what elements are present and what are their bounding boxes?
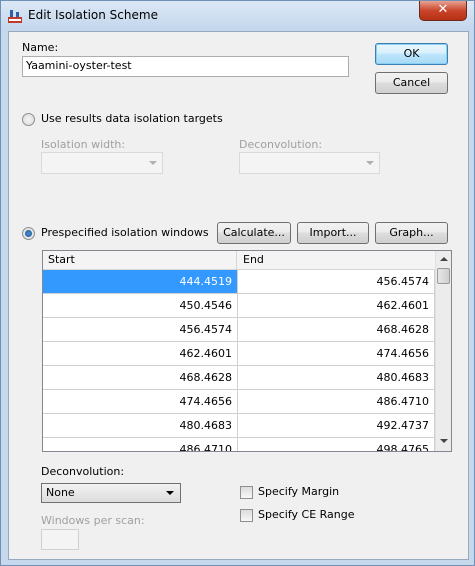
- end-cell[interactable]: 456.4574: [238, 270, 435, 294]
- table-row[interactable]: 450.4546 462.4601: [43, 294, 435, 318]
- start-cell[interactable]: 486.4710: [43, 438, 238, 451]
- table-row[interactable]: 456.4574 468.4628: [43, 318, 435, 342]
- scroll-thumb[interactable]: [437, 268, 450, 284]
- end-cell[interactable]: 492.4737: [238, 414, 435, 438]
- graph-button[interactable]: Graph...: [375, 222, 448, 244]
- specify-margin-checkbox[interactable]: [240, 486, 253, 499]
- window-title: Edit Isolation Scheme: [28, 8, 158, 22]
- windows-per-scan-label: Windows per scan:: [41, 514, 145, 527]
- isolation-width-label: Isolation width:: [41, 138, 126, 151]
- close-button[interactable]: ✕: [419, 1, 467, 21]
- specify-ce-range-checkbox[interactable]: [240, 509, 253, 522]
- calculate-button[interactable]: Calculate...: [217, 222, 291, 244]
- dialog-window: Edit Isolation Scheme ✕ Name: Yaamini-oy…: [0, 0, 475, 566]
- grid-scrollbar[interactable]: [435, 251, 451, 451]
- deconvolution-top-select[interactable]: [239, 152, 380, 174]
- specify-margin-label: Specify Margin: [258, 485, 340, 498]
- scroll-down-icon[interactable]: [440, 439, 448, 443]
- table-row[interactable]: 480.4683 492.4737: [43, 414, 435, 438]
- table-row[interactable]: 486.4710 498.4765: [43, 438, 435, 451]
- name-input[interactable]: Yaamini-oyster-test: [22, 56, 349, 77]
- isolation-windows-grid[interactable]: Start End 444.4519 456.4574 450.4546 462.46…: [42, 250, 452, 452]
- start-cell[interactable]: 456.4574: [43, 318, 238, 342]
- column-header-start[interactable]: Start: [43, 251, 237, 269]
- prespecified-radio[interactable]: [22, 227, 35, 240]
- scroll-up-icon[interactable]: [440, 257, 448, 261]
- close-icon: ✕: [437, 2, 449, 17]
- deconvolution-top-label: Deconvolution:: [239, 138, 323, 151]
- app-icon: [8, 10, 22, 23]
- title-bar[interactable]: Edit Isolation Scheme ✕: [1, 1, 474, 31]
- use-results-label: Use results data isolation targets: [41, 112, 223, 125]
- grid-header: Start End: [43, 251, 435, 270]
- start-cell[interactable]: 444.4519: [43, 270, 238, 294]
- chevron-down-icon: [149, 161, 157, 165]
- name-label: Name:: [22, 41, 59, 54]
- start-cell[interactable]: 450.4546: [43, 294, 238, 318]
- end-cell[interactable]: 462.4601: [238, 294, 435, 318]
- deconvolution-value: None: [46, 486, 75, 499]
- chevron-down-icon: [166, 491, 174, 495]
- use-results-radio[interactable]: [22, 113, 35, 126]
- end-cell[interactable]: 480.4683: [238, 366, 435, 390]
- specify-ce-range-label: Specify CE Range: [258, 508, 355, 521]
- end-cell[interactable]: 474.4656: [238, 342, 435, 366]
- column-header-end[interactable]: End: [238, 251, 435, 269]
- ok-button[interactable]: OK: [375, 43, 448, 65]
- radio-selected-dot: [25, 230, 32, 237]
- dialog-body: Name: Yaamini-oyster-test OK Cancel Use …: [8, 31, 469, 560]
- table-row[interactable]: 468.4628 480.4683: [43, 366, 435, 390]
- end-cell[interactable]: 486.4710: [238, 390, 435, 414]
- deconvolution-select[interactable]: None: [41, 483, 181, 503]
- table-row[interactable]: 462.4601 474.4656: [43, 342, 435, 366]
- table-row[interactable]: 474.4656 486.4710: [43, 390, 435, 414]
- start-cell[interactable]: 474.4656: [43, 390, 238, 414]
- prespecified-label: Prespecified isolation windows: [41, 226, 209, 239]
- table-row[interactable]: 444.4519 456.4574: [43, 270, 435, 294]
- end-cell[interactable]: 468.4628: [238, 318, 435, 342]
- start-cell[interactable]: 480.4683: [43, 414, 238, 438]
- import-button[interactable]: Import...: [297, 222, 369, 244]
- end-cell[interactable]: 498.4765: [238, 438, 435, 451]
- start-cell[interactable]: 468.4628: [43, 366, 238, 390]
- start-cell[interactable]: 462.4601: [43, 342, 238, 366]
- deconvolution-label: Deconvolution:: [41, 465, 125, 478]
- windows-per-scan-input[interactable]: [41, 529, 79, 550]
- cancel-button[interactable]: Cancel: [375, 72, 448, 94]
- isolation-width-select[interactable]: [41, 152, 163, 174]
- chevron-down-icon: [366, 161, 374, 165]
